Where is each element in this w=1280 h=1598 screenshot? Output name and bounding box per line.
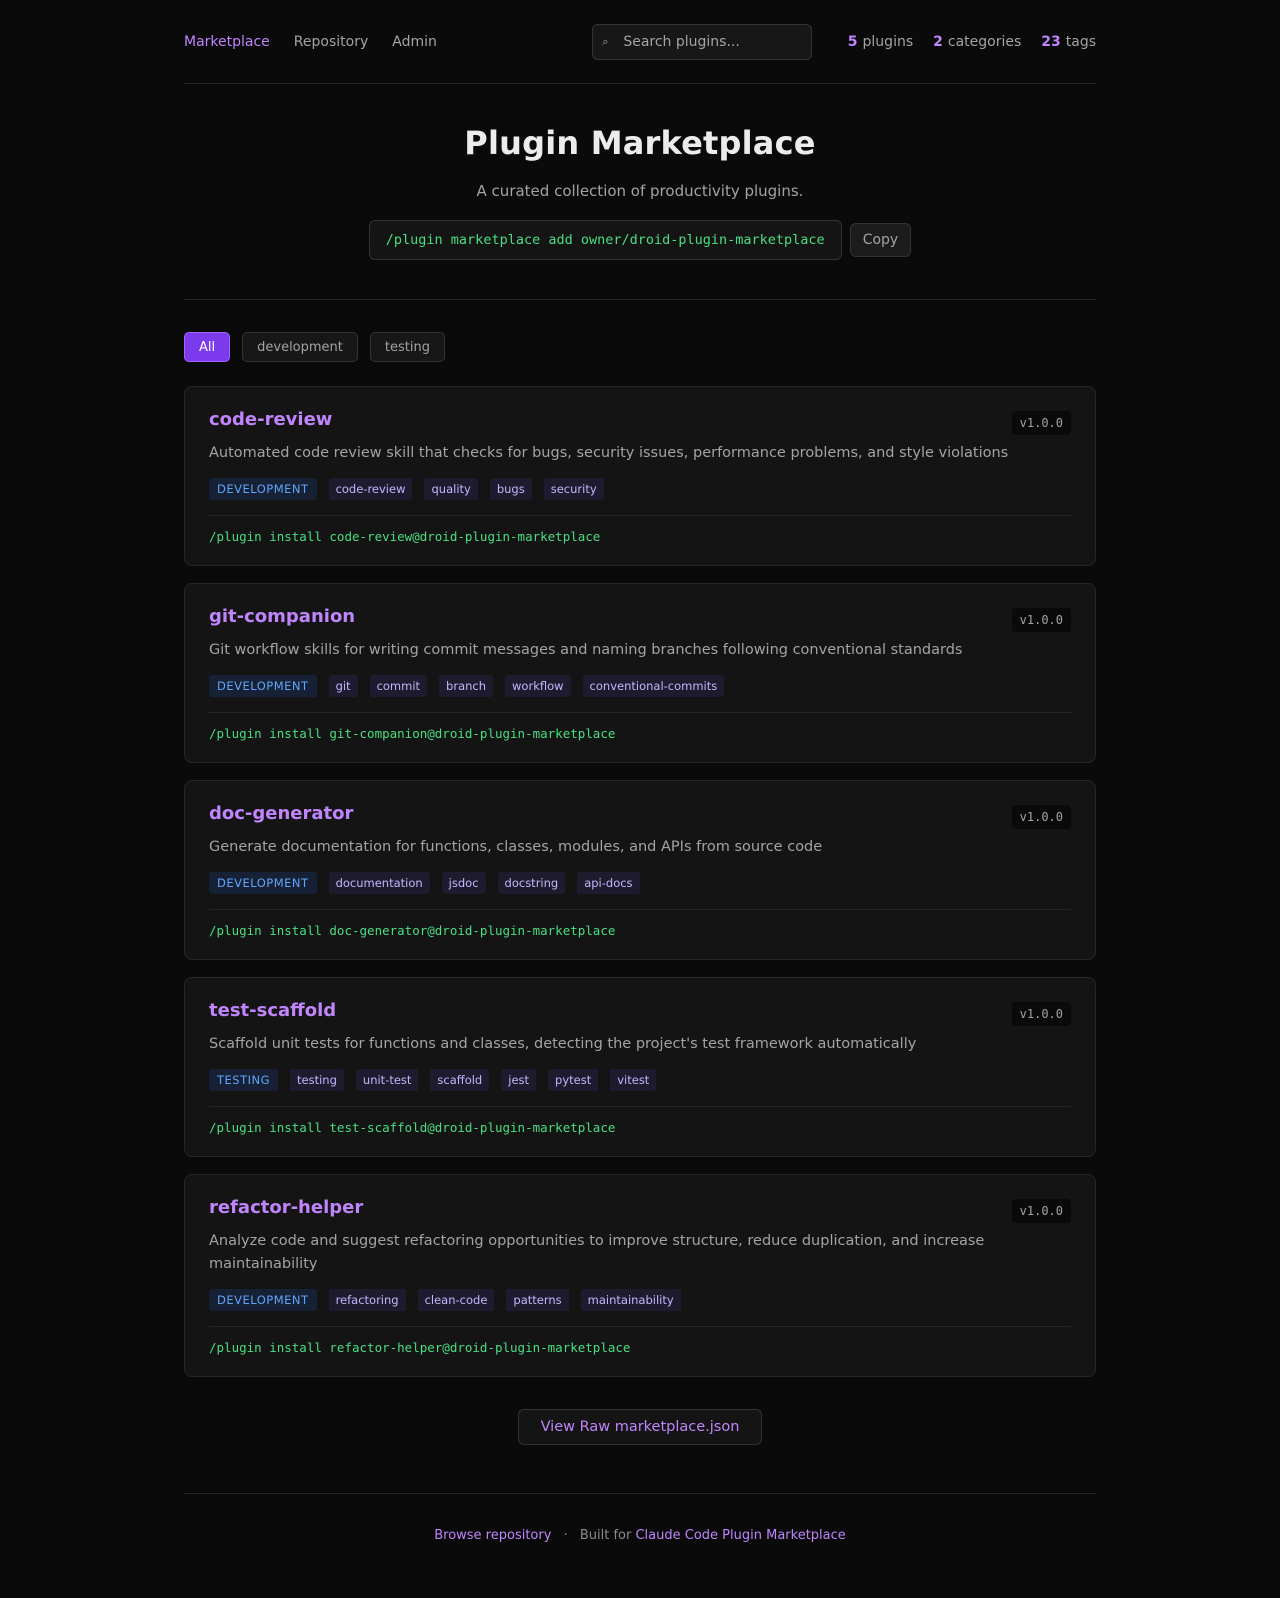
- tag: patterns: [506, 1289, 569, 1311]
- tag: code-review: [328, 478, 413, 500]
- nav-link-repository[interactable]: Repository: [294, 34, 368, 50]
- category-filters: All development testing: [184, 332, 1096, 362]
- install-command[interactable]: /plugin install doc-generator@droid-plug…: [209, 909, 1071, 959]
- install-command[interactable]: /plugin install code-review@droid-plugin…: [209, 515, 1071, 565]
- plugin-card-git-companion[interactable]: git-companion v1.0.0 Git workflow skills…: [184, 583, 1096, 763]
- category-badge: DEVELOPMENT: [209, 872, 317, 894]
- plugin-description: Automated code review skill that checks …: [209, 445, 1009, 461]
- search-input[interactable]: [593, 24, 812, 59]
- plugin-description: Scaffold unit tests for functions and cl…: [209, 1036, 917, 1052]
- plugin-card-test-scaffold[interactable]: test-scaffold v1.0.0 Scaffold unit tests…: [184, 977, 1096, 1157]
- tag: branch: [439, 675, 494, 697]
- filter-testing[interactable]: testing: [369, 332, 445, 362]
- hero: Plugin Marketplace A curated collection …: [184, 84, 1096, 300]
- browse-repository-link[interactable]: Browse repository: [434, 1528, 551, 1543]
- plugin-name[interactable]: code-review: [209, 409, 1071, 430]
- tag: commit: [369, 675, 428, 697]
- stat-categories: 2 categories: [933, 34, 1021, 50]
- tag-list: DEVELOPMENT documentation jsdoc docstrin…: [209, 872, 1071, 894]
- plugin-list: code-review v1.0.0 Automated code review…: [184, 386, 1096, 1377]
- tag: refactoring: [328, 1289, 406, 1311]
- plugin-name[interactable]: doc-generator: [209, 803, 1071, 824]
- version-badge: v1.0.0: [1011, 1002, 1071, 1026]
- page: Marketplace Repository Admin ⌕ 5plugins …: [184, 0, 1096, 1543]
- tag: unit-test: [355, 1069, 419, 1091]
- plugin-description: Git workflow skills for writing commit m…: [209, 642, 963, 658]
- tag: bugs: [489, 478, 532, 500]
- category-badge: TESTING: [209, 1069, 279, 1091]
- plugin-card-doc-generator[interactable]: doc-generator v1.0.0 Generate documentat…: [184, 780, 1096, 960]
- version-badge: v1.0.0: [1011, 805, 1071, 829]
- search-box: ⌕: [592, 23, 813, 60]
- raw-json-row: View Raw marketplace.json: [184, 1409, 1096, 1445]
- nav-link-marketplace[interactable]: Marketplace: [184, 34, 270, 50]
- plugin-name[interactable]: git-companion: [209, 606, 1071, 627]
- tag: security: [543, 478, 604, 500]
- filter-development[interactable]: development: [242, 332, 358, 362]
- top-nav: Marketplace Repository Admin ⌕ 5plugins …: [184, 0, 1096, 84]
- page-title: Plugin Marketplace: [464, 124, 816, 162]
- stat-tags-label: tags: [1065, 33, 1096, 50]
- stat-tags: 23 tags: [1041, 34, 1096, 50]
- stat-categories-count: 2: [933, 33, 943, 50]
- category-badge: DEVELOPMENT: [209, 1289, 317, 1311]
- version-badge: v1.0.0: [1011, 1199, 1071, 1223]
- view-raw-json-button[interactable]: View Raw marketplace.json: [518, 1409, 762, 1445]
- tag: testing: [290, 1069, 344, 1091]
- tag: api-docs: [577, 872, 640, 894]
- marketplace-add-command[interactable]: /plugin marketplace add owner/droid-plug…: [368, 220, 842, 260]
- tag: vitest: [610, 1069, 657, 1091]
- tag-list: DEVELOPMENT git commit branch workflow c…: [209, 675, 1071, 697]
- tag: jest: [501, 1069, 537, 1091]
- stat-tags-count: 23: [1041, 33, 1061, 50]
- plugin-description: Analyze code and suggest refactoring opp…: [209, 1233, 985, 1272]
- tag: clean-code: [417, 1289, 495, 1311]
- built-for-text: Built for: [579, 1528, 632, 1543]
- tag: jsdoc: [441, 872, 486, 894]
- tag: quality: [424, 478, 478, 500]
- category-badge: DEVELOPMENT: [209, 675, 317, 697]
- footer-separator: ·: [563, 1528, 568, 1543]
- version-badge: v1.0.0: [1011, 608, 1071, 632]
- marketplace-command-row: /plugin marketplace add owner/droid-plug…: [184, 220, 1096, 260]
- stat-plugins-label: plugins: [862, 33, 914, 50]
- stat-plugins: 5 plugins: [848, 34, 913, 50]
- plugin-name[interactable]: test-scaffold: [209, 1000, 1071, 1021]
- stat-plugins-count: 5: [847, 33, 858, 50]
- tag-list: DEVELOPMENT refactoring clean-code patte…: [209, 1289, 1071, 1311]
- plugin-name[interactable]: refactor-helper: [209, 1197, 1071, 1218]
- tag: pytest: [548, 1069, 599, 1091]
- tag: conventional-commits: [582, 675, 725, 697]
- stat-categories-label: categories: [947, 33, 1022, 50]
- install-command[interactable]: /plugin install git-companion@droid-plug…: [209, 712, 1071, 762]
- plugin-description: Generate documentation for functions, cl…: [209, 839, 823, 855]
- tag-list: DEVELOPMENT code-review quality bugs sec…: [209, 478, 1071, 500]
- page-subtitle: A curated collection of productivity plu…: [476, 182, 804, 200]
- copy-button[interactable]: Copy: [849, 223, 912, 257]
- tag: workflow: [505, 675, 571, 697]
- tag: scaffold: [430, 1069, 490, 1091]
- install-command[interactable]: /plugin install test-scaffold@droid-plug…: [209, 1106, 1071, 1156]
- version-badge: v1.0.0: [1011, 411, 1071, 435]
- plugin-card-code-review[interactable]: code-review v1.0.0 Automated code review…: [184, 386, 1096, 566]
- install-command[interactable]: /plugin install refactor-helper@droid-pl…: [209, 1326, 1071, 1376]
- tag: maintainability: [580, 1289, 681, 1311]
- tag-list: TESTING testing unit-test scaffold jest …: [209, 1069, 1071, 1091]
- nav-link-admin[interactable]: Admin: [392, 34, 437, 50]
- claude-code-marketplace-link[interactable]: Claude Code Plugin Marketplace: [635, 1528, 845, 1543]
- tag: docstring: [497, 872, 566, 894]
- stats: 5 plugins 2 categories 23 tags: [848, 34, 1096, 50]
- filter-all[interactable]: All: [184, 332, 231, 362]
- plugin-card-refactor-helper[interactable]: refactor-helper v1.0.0 Analyze code and …: [184, 1174, 1096, 1377]
- tag: git: [328, 675, 358, 697]
- nav-links: Marketplace Repository Admin: [184, 34, 437, 50]
- category-badge: DEVELOPMENT: [209, 478, 317, 500]
- footer: Browse repository · Built for Claude Cod…: [184, 1493, 1096, 1543]
- search-icon: ⌕: [602, 34, 609, 48]
- tag: documentation: [328, 872, 430, 894]
